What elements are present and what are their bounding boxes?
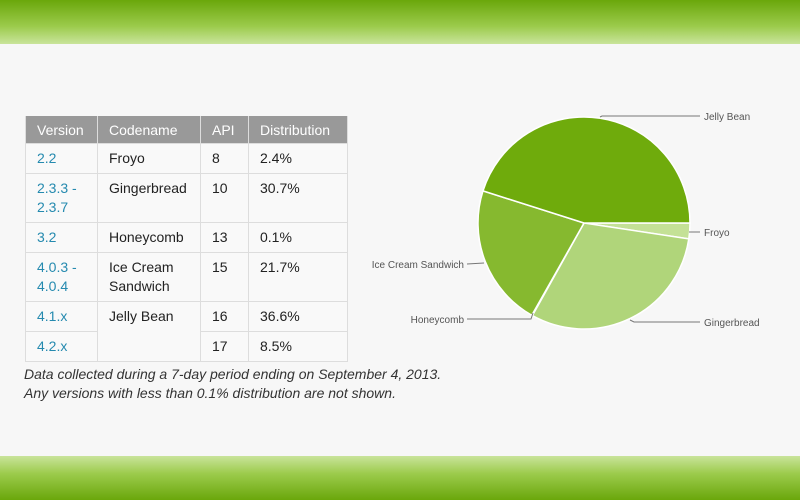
slice-label-froyo: Froyo xyxy=(704,228,730,239)
leader-line-gingerbread xyxy=(629,319,700,323)
leader-line-ice-cream-sandwich xyxy=(466,262,485,265)
leader-line-jelly-bean xyxy=(599,115,700,118)
pie-chart: Froyo Gingerbread Honeycomb Ice Cream Sandw… xyxy=(372,112,760,330)
slice-label-gingerbread: Gingerbread xyxy=(704,318,760,329)
slice-label-jelly-bean: Jelly Bean xyxy=(704,112,750,123)
slice-label-ice-cream-sandwich: Ice Cream Sandwich xyxy=(372,260,464,271)
leader-line-honeycomb xyxy=(467,312,534,320)
slice-label-honeycomb: Honeycomb xyxy=(411,315,465,326)
